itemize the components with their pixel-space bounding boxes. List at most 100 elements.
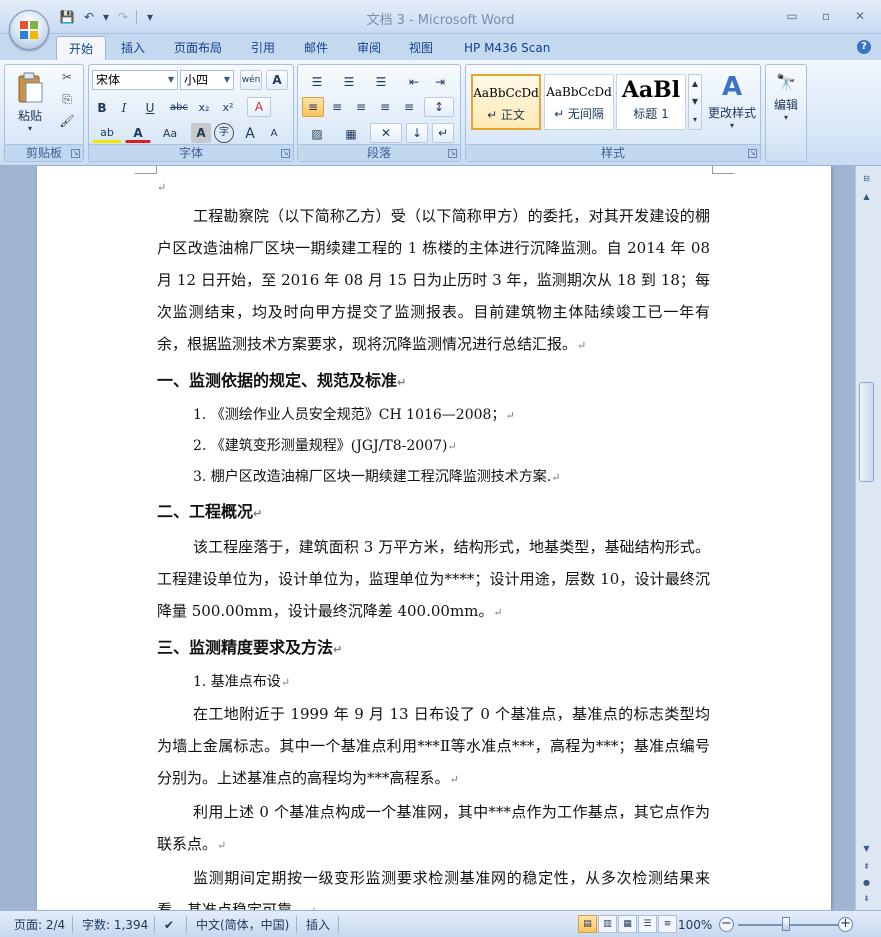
- scroll-up-icon[interactable]: ▲: [859, 190, 874, 204]
- font-color-button[interactable]: A: [125, 123, 151, 143]
- paste-button[interactable]: 粘贴 ▾: [11, 69, 49, 141]
- paragraph-benchmarks: 在工地附近于 1999 年 9 月 13 日布设了 0 个基准点，基准点的标志类…: [157, 705, 710, 787]
- close-button[interactable]: ✕: [845, 6, 875, 26]
- style-heading-1[interactable]: AaBl 标题 1: [616, 74, 686, 130]
- highlight-button[interactable]: ab: [92, 123, 122, 143]
- scroll-down-icon[interactable]: ▼: [859, 842, 874, 856]
- superscript-button[interactable]: x²: [217, 97, 239, 117]
- editing-button[interactable]: 🔭 编辑 ▾: [768, 69, 804, 141]
- tab-view[interactable]: 视图: [397, 36, 445, 60]
- tab-mailings[interactable]: 邮件: [292, 36, 340, 60]
- zoom-out-button[interactable]: −: [719, 917, 734, 932]
- phonetic-guide-button[interactable]: wén: [240, 70, 262, 90]
- ruler-toggle-icon[interactable]: ⊟: [859, 172, 874, 186]
- clipboard-dialog-launcher-icon[interactable]: ↘: [71, 149, 80, 158]
- minimize-button[interactable]: ▭: [777, 6, 807, 26]
- tab-home[interactable]: 开始: [56, 36, 107, 60]
- numbering-button[interactable]: ☰: [334, 71, 364, 91]
- font-size-combo[interactable]: 小四 ▼: [180, 70, 234, 90]
- styles-scroll-icon[interactable]: ▲ ▼ ▾: [688, 74, 702, 130]
- language-indicator[interactable]: 中文(简体，中国): [196, 916, 289, 934]
- copy-icon[interactable]: ⎘: [57, 91, 77, 109]
- shading-button[interactable]: ▨: [302, 123, 332, 143]
- chevron-down-icon: ▼: [223, 75, 231, 84]
- strikethrough-button[interactable]: abc: [167, 97, 191, 117]
- vertical-scrollbar[interactable]: ⊟ ▲ ▼ ⇞ ● ⇟: [855, 166, 881, 910]
- sort-button[interactable]: ↓: [406, 123, 428, 143]
- clipboard-icon: [18, 72, 43, 103]
- subscript-button[interactable]: x₂: [193, 97, 215, 117]
- office-button[interactable]: [9, 10, 49, 50]
- paragraph-dialog-launcher-icon[interactable]: ↘: [448, 149, 457, 158]
- proofing-icon[interactable]: ✔: [164, 916, 174, 934]
- chinese-layout-button[interactable]: ✕: [370, 123, 402, 143]
- bold-button[interactable]: B: [92, 97, 112, 117]
- font-group: 宋体 ▼ 小四 ▼ wén A B I U abc x₂ x² A ab A A…: [88, 64, 294, 162]
- scroll-thumb[interactable]: [859, 382, 874, 482]
- paste-label: 粘贴: [17, 109, 42, 123]
- font-size-value: 小四: [184, 73, 209, 87]
- help-icon[interactable]: ?: [857, 40, 871, 54]
- distributed-button[interactable]: ≡: [398, 97, 420, 117]
- next-page-icon[interactable]: ⇟: [859, 892, 874, 906]
- insert-mode[interactable]: 插入: [306, 916, 330, 934]
- tab-hp-scan[interactable]: HP M436 Scan: [452, 36, 562, 60]
- full-screen-reading-icon[interactable]: ▥: [598, 915, 617, 933]
- print-layout-view-icon[interactable]: ▤: [578, 915, 597, 933]
- clipboard-group: 粘贴 ▾ ✂ ⎘ 🖌 剪贴板 ↘: [4, 64, 84, 162]
- window-title: 文档 3 - Microsoft Word: [366, 13, 515, 28]
- web-layout-view-icon[interactable]: ▦: [618, 915, 637, 933]
- change-styles-button[interactable]: A 更改样式 ▾: [706, 69, 758, 141]
- show-marks-button[interactable]: ↵: [432, 123, 454, 143]
- borders-button[interactable]: ▦: [336, 123, 366, 143]
- font-name-combo[interactable]: 宋体 ▼: [92, 70, 178, 90]
- shrink-font-button[interactable]: A: [263, 123, 285, 143]
- chevron-down-icon: ▾: [783, 113, 788, 122]
- document-content[interactable]: ↵ 工程勘察院（以下简称乙方）受（以下简称甲方）的委托，对其开发建设的棚户区改造…: [157, 166, 710, 910]
- enclose-characters-button[interactable]: 字: [214, 123, 234, 143]
- page-count[interactable]: 页面: 2/4: [14, 916, 65, 934]
- decrease-indent-button[interactable]: ⇤: [402, 71, 426, 91]
- office-logo-icon: [20, 21, 38, 39]
- tab-insert[interactable]: 插入: [109, 36, 157, 60]
- format-painter-icon[interactable]: 🖌: [57, 113, 77, 131]
- italic-button[interactable]: I: [114, 97, 134, 117]
- character-shading-button[interactable]: A: [191, 123, 211, 143]
- tab-references[interactable]: 引用: [239, 36, 287, 60]
- window-controls: ▭ ▫ ✕: [777, 6, 875, 26]
- zoom-slider-thumb[interactable]: [782, 917, 790, 931]
- maximize-button[interactable]: ▫: [811, 6, 841, 26]
- styles-dialog-launcher-icon[interactable]: ↘: [748, 149, 757, 158]
- multilevel-list-button[interactable]: ☰: [366, 71, 396, 91]
- character-border-button[interactable]: A: [266, 70, 288, 90]
- align-right-button[interactable]: ≡: [350, 97, 372, 117]
- previous-page-icon[interactable]: ⇞: [859, 860, 874, 874]
- grow-font-button[interactable]: A: [239, 123, 261, 143]
- word-count[interactable]: 字数: 1,394: [82, 916, 148, 934]
- underline-button[interactable]: U: [136, 97, 164, 117]
- change-case-button[interactable]: Aa: [155, 123, 185, 143]
- justify-button[interactable]: ≡: [374, 97, 396, 117]
- increase-indent-button[interactable]: ⇥: [428, 71, 452, 91]
- align-left-button[interactable]: ≡: [302, 97, 324, 117]
- clear-formatting-button[interactable]: A: [247, 97, 271, 117]
- paste-dropdown-icon: ▾: [27, 124, 32, 133]
- list-item: 3. 棚户区改造油棉厂区块一期续建工程沉降监测技术方案.↵: [193, 469, 561, 485]
- tab-review[interactable]: 审阅: [345, 36, 393, 60]
- draft-view-icon[interactable]: ≡: [658, 915, 677, 933]
- bullets-button[interactable]: ☰: [302, 71, 332, 91]
- tab-page-layout[interactable]: 页面布局: [162, 36, 234, 60]
- document-page[interactable]: ↵ 工程勘察院（以下简称乙方）受（以下简称甲方）的委托，对其开发建设的棚户区改造…: [37, 166, 831, 910]
- font-name-value: 宋体: [96, 73, 121, 87]
- browse-object-icon[interactable]: ●: [859, 876, 874, 890]
- heading-accuracy: 三、监测精度要求及方法↵: [157, 638, 343, 657]
- font-dialog-launcher-icon[interactable]: ↘: [281, 149, 290, 158]
- style-no-spacing[interactable]: AaBbCcDd ↵ 无间隔: [544, 74, 614, 130]
- cut-icon[interactable]: ✂: [57, 69, 77, 87]
- zoom-in-button[interactable]: +: [838, 917, 853, 932]
- zoom-level[interactable]: 100%: [678, 916, 712, 934]
- line-spacing-button[interactable]: ↕: [424, 97, 454, 117]
- outline-view-icon[interactable]: ☰: [638, 915, 657, 933]
- style-normal[interactable]: AaBbCcDd ↵ 正文: [471, 74, 541, 130]
- center-button[interactable]: ≡: [326, 97, 348, 117]
